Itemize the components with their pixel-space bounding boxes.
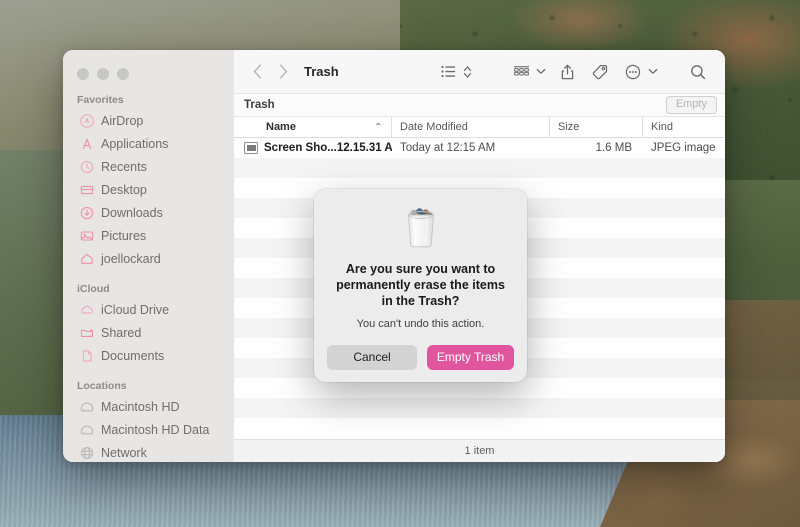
- chevron-down-icon[interactable]: [646, 68, 659, 75]
- cancel-button[interactable]: Cancel: [327, 345, 417, 370]
- sidebar-item-home[interactable]: joellockard: [63, 247, 234, 270]
- column-header-kind[interactable]: Kind: [643, 117, 725, 137]
- empty-row: [234, 398, 725, 418]
- sidebar-item-icloud-drive[interactable]: iCloud Drive: [63, 298, 234, 321]
- empty-row: [234, 418, 725, 438]
- share-icon[interactable]: [554, 60, 580, 84]
- status-bar: 1 item: [234, 439, 725, 462]
- forward-button[interactable]: [272, 61, 294, 83]
- sidebar-section-locations-title: Locations: [77, 380, 127, 392]
- file-kind-cell: JPEG image: [651, 142, 716, 154]
- hard-drive-icon: [79, 422, 94, 437]
- sidebar-item-label: Desktop: [101, 182, 147, 197]
- dialog-subtitle: You can't undo this action.: [356, 318, 485, 330]
- downloads-icon: [79, 205, 94, 220]
- applications-icon: [79, 136, 94, 151]
- file-size-cell: 1.6 MB: [595, 142, 632, 154]
- column-header-label: Size: [558, 121, 580, 133]
- sidebar-section-favorites-title: Favorites: [77, 94, 124, 106]
- sidebar-item-applications[interactable]: Applications: [63, 132, 234, 155]
- sidebar-item-desktop[interactable]: Desktop: [63, 178, 234, 201]
- toolbar-title: Trash: [304, 64, 339, 79]
- sidebar-item-label: iCloud Drive: [101, 302, 170, 317]
- sidebar-item-label: Applications: [101, 136, 169, 151]
- sidebar-item-label: Network: [101, 445, 147, 460]
- recents-clock-icon: [79, 159, 94, 174]
- path-bar-title: Trash: [244, 99, 275, 111]
- file-name-text: Screen Sho...12.15.31 AM: [264, 142, 392, 154]
- item-count-label: 1 item: [464, 445, 495, 457]
- pictures-icon: [79, 228, 94, 243]
- sidebar-item-label: Pictures: [101, 228, 147, 243]
- column-headers: Name ⌃ Date Modified Size Kind: [234, 117, 725, 138]
- sidebar-item-documents[interactable]: Documents: [63, 344, 234, 367]
- minimize-button[interactable]: [97, 68, 109, 80]
- sidebar-item-recents[interactable]: Recents: [63, 155, 234, 178]
- shared-folder-icon: [79, 325, 94, 340]
- view-controls: [435, 60, 474, 84]
- column-header-size[interactable]: Size: [550, 117, 643, 137]
- close-button[interactable]: [77, 68, 89, 80]
- empty-trash-confirm-button[interactable]: Empty Trash: [427, 345, 514, 370]
- column-header-label: Name: [266, 121, 296, 133]
- sidebar-section-icloud-title: iCloud: [77, 283, 110, 295]
- toolbar: Trash: [234, 50, 725, 94]
- dialog-title: Are you sure you want to permanently era…: [336, 262, 505, 308]
- sidebar-item-downloads[interactable]: Downloads: [63, 201, 234, 224]
- tag-icon[interactable]: [587, 60, 613, 84]
- group-by-icon[interactable]: [508, 60, 534, 84]
- cloud-icon: [79, 302, 94, 317]
- sidebar-item-macintosh-hd[interactable]: Macintosh HD: [63, 395, 234, 418]
- zoom-button[interactable]: [117, 68, 129, 80]
- sidebar-item-pictures[interactable]: Pictures: [63, 224, 234, 247]
- sidebar-item-label: Recents: [101, 159, 147, 174]
- group-by-controls: [508, 60, 547, 84]
- sidebar: Favorites AirDrop Applications Recents D…: [63, 50, 234, 462]
- window-traffic-lights: [63, 58, 234, 80]
- column-header-label: Date Modified: [400, 121, 468, 133]
- empty-trash-button[interactable]: Empty: [665, 95, 717, 115]
- back-button[interactable]: [246, 61, 268, 83]
- home-icon: [79, 251, 94, 266]
- sidebar-item-network[interactable]: Network: [63, 441, 234, 462]
- file-date-cell: Today at 12:15 AM: [400, 142, 496, 154]
- trash-can-icon: [395, 201, 447, 253]
- empty-trash-dialog[interactable]: Are you sure you want to permanently era…: [314, 189, 527, 382]
- column-header-name[interactable]: Name ⌃: [234, 117, 392, 137]
- more-actions-icon[interactable]: [620, 60, 646, 84]
- airdrop-icon: [79, 113, 94, 128]
- network-globe-icon: [79, 445, 94, 460]
- jpeg-file-icon: [244, 142, 258, 154]
- sidebar-item-airdrop[interactable]: AirDrop: [63, 109, 234, 132]
- sidebar-item-macintosh-hd-data[interactable]: Macintosh HD Data: [63, 418, 234, 441]
- file-name-cell: Screen Sho...12.15.31 AM: [234, 142, 392, 154]
- document-icon: [79, 348, 94, 363]
- chevron-down-icon[interactable]: [534, 68, 547, 75]
- sort-ascending-icon: ⌃: [374, 121, 382, 132]
- column-header-date-modified[interactable]: Date Modified: [392, 117, 550, 137]
- dialog-button-row: Cancel Empty Trash: [327, 345, 514, 370]
- empty-row: [234, 158, 725, 178]
- more-actions-controls: [620, 60, 659, 84]
- path-bar: Trash Empty: [234, 94, 725, 117]
- sidebar-item-label: AirDrop: [101, 113, 144, 128]
- sidebar-item-label: Macintosh HD: [101, 399, 180, 414]
- search-icon[interactable]: [685, 60, 711, 84]
- sidebar-item-label: Shared: [101, 325, 142, 340]
- list-view-icon[interactable]: [435, 60, 461, 84]
- nav-buttons: [246, 61, 294, 83]
- sidebar-item-label: joellockard: [101, 251, 161, 266]
- column-header-label: Kind: [651, 121, 674, 133]
- sidebar-item-label: Downloads: [101, 205, 163, 220]
- sidebar-item-label: Macintosh HD Data: [101, 422, 210, 437]
- desktop-icon: [79, 182, 94, 197]
- table-row[interactable]: Screen Sho...12.15.31 AM Today at 12:15 …: [234, 138, 725, 158]
- sidebar-item-label: Documents: [101, 348, 165, 363]
- stepper-updown-icon[interactable]: [461, 65, 474, 79]
- hard-drive-icon: [79, 399, 94, 414]
- sidebar-item-shared[interactable]: Shared: [63, 321, 234, 344]
